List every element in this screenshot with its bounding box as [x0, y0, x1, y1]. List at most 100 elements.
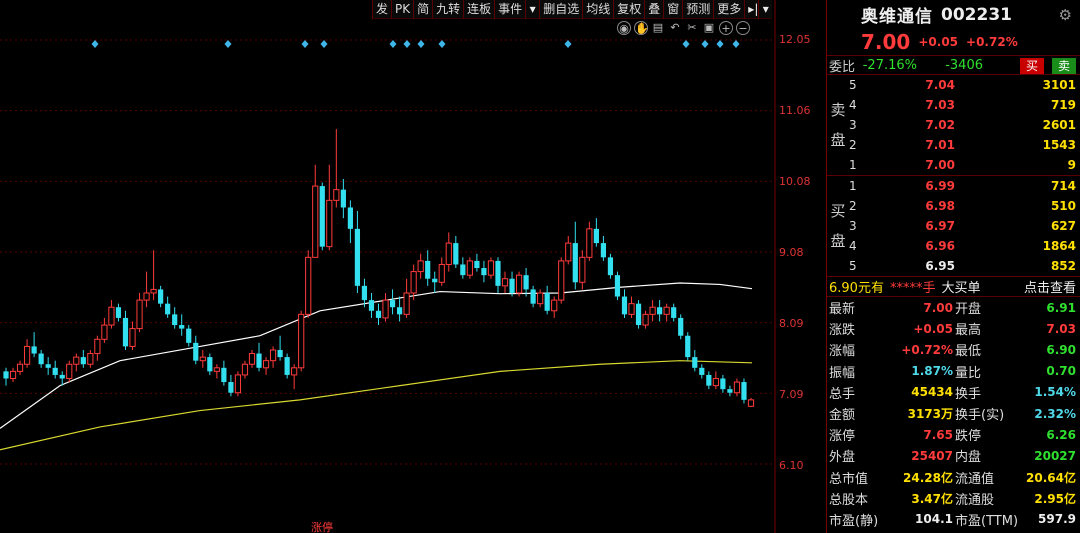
- candle[interactable]: [101, 317, 108, 343]
- candle[interactable]: [551, 296, 558, 318]
- candle[interactable]: [158, 285, 164, 308]
- text-icon[interactable]: ▤: [651, 21, 665, 35]
- candle[interactable]: [481, 260, 487, 283]
- event-marker[interactable]: [682, 40, 690, 48]
- candle[interactable]: [403, 278, 410, 318]
- candle[interactable]: [87, 349, 94, 368]
- toolbar-limit-up-button[interactable]: 连板: [463, 0, 494, 19]
- candle[interactable]: [671, 303, 677, 322]
- candle[interactable]: [453, 235, 459, 269]
- kline-chart-canvas[interactable]: [0, 0, 826, 533]
- candle[interactable]: [530, 285, 536, 308]
- candle[interactable]: [607, 253, 614, 279]
- candle[interactable]: [129, 321, 136, 350]
- candle[interactable]: [501, 271, 509, 293]
- candle[interactable]: [284, 353, 290, 379]
- candle[interactable]: [3, 367, 9, 386]
- candle[interactable]: [495, 257, 501, 293]
- candle[interactable]: [269, 346, 277, 368]
- candle[interactable]: [649, 300, 656, 322]
- event-marker[interactable]: [716, 40, 724, 48]
- event-marker[interactable]: [417, 40, 425, 48]
- candle[interactable]: [460, 257, 466, 279]
- ask-row[interactable]: 2 7.01 1543: [849, 135, 1080, 155]
- undo-icon[interactable]: ↶: [668, 21, 682, 35]
- toolbar-pk-button[interactable]: PK: [391, 0, 413, 19]
- candle[interactable]: [45, 357, 51, 375]
- scissors-icon[interactable]: ✂: [685, 21, 699, 35]
- candle[interactable]: [600, 235, 607, 261]
- candle[interactable]: [692, 349, 698, 372]
- candle[interactable]: [537, 289, 544, 308]
- candle[interactable]: [234, 371, 242, 397]
- toolbar-adjust-button[interactable]: 复权: [613, 0, 644, 19]
- candle[interactable]: [115, 303, 122, 322]
- event-marker[interactable]: [320, 40, 328, 48]
- toolbar-more-button[interactable]: 更多: [713, 0, 744, 19]
- candle[interactable]: [16, 360, 24, 375]
- candle[interactable]: [150, 250, 157, 301]
- candle[interactable]: [466, 257, 473, 279]
- event-markers[interactable]: [91, 40, 740, 48]
- toolbar-skip-end-button[interactable]: ▸|: [744, 0, 758, 19]
- toolbar-window-button[interactable]: 窗: [663, 0, 682, 19]
- candle[interactable]: [621, 289, 628, 318]
- ask-row[interactable]: 3 7.02 2601: [849, 115, 1080, 135]
- event-marker[interactable]: [91, 40, 99, 48]
- candle[interactable]: [635, 300, 642, 329]
- gear-icon[interactable]: ⚙: [1059, 6, 1072, 24]
- ask-row[interactable]: 5 7.04 3101: [849, 75, 1080, 95]
- toolbar-events-dropdown[interactable]: ▾: [525, 0, 539, 19]
- candle[interactable]: [720, 374, 726, 393]
- buy-button[interactable]: 买: [1020, 58, 1044, 74]
- toolbar-forecast-button[interactable]: 预测: [682, 0, 713, 19]
- candle[interactable]: [579, 250, 586, 290]
- candle[interactable]: [368, 292, 375, 318]
- candle[interactable]: [417, 253, 424, 279]
- event-marker[interactable]: [224, 40, 232, 48]
- zoom-in-icon[interactable]: +: [719, 21, 733, 35]
- candle[interactable]: [143, 271, 150, 308]
- event-marker[interactable]: [564, 40, 572, 48]
- big-order-ticker[interactable]: 6.90元有 *****手 大买单 点击查看: [827, 277, 1080, 297]
- candle[interactable]: [558, 257, 565, 304]
- candle[interactable]: [333, 129, 340, 208]
- candle[interactable]: [685, 332, 691, 361]
- candle[interactable]: [207, 353, 213, 375]
- candle[interactable]: [445, 232, 452, 272]
- candle[interactable]: [593, 218, 599, 247]
- candle[interactable]: [108, 300, 115, 329]
- candle[interactable]: [221, 360, 227, 386]
- candle[interactable]: [122, 310, 129, 350]
- bid-row[interactable]: 2 6.98 510: [849, 196, 1080, 216]
- candle[interactable]: [248, 349, 256, 368]
- candle[interactable]: [199, 349, 206, 368]
- candle[interactable]: [727, 385, 733, 397]
- candle[interactable]: [298, 310, 305, 372]
- lock-icon[interactable]: ▣: [702, 21, 716, 35]
- candle[interactable]: [193, 335, 199, 365]
- candle[interactable]: [663, 303, 670, 322]
- bid-row[interactable]: 4 6.96 1864: [849, 236, 1080, 256]
- ticker-view-link[interactable]: 点击查看: [1024, 277, 1080, 296]
- candle[interactable]: [326, 164, 333, 251]
- candle[interactable]: [23, 339, 31, 368]
- candle[interactable]: [712, 371, 719, 390]
- toolbar-menu-dropdown[interactable]: ▾: [758, 0, 772, 19]
- toolbar-simple-button[interactable]: 简: [413, 0, 432, 19]
- candle[interactable]: [515, 271, 523, 297]
- bid-row[interactable]: 3 6.97 627: [849, 216, 1080, 236]
- toolbar-remove-watchlist-button[interactable]: 删自选: [539, 0, 582, 19]
- candle[interactable]: [291, 364, 298, 390]
- sell-button[interactable]: 卖: [1052, 58, 1076, 74]
- candle[interactable]: [523, 268, 529, 297]
- toolbar-ma-button[interactable]: 均线: [582, 0, 613, 19]
- candle[interactable]: [642, 310, 649, 329]
- candle[interactable]: [706, 371, 712, 390]
- bid-row[interactable]: 5 6.95 852: [849, 256, 1080, 276]
- ask-row[interactable]: 4 7.03 719: [849, 95, 1080, 115]
- candle[interactable]: [699, 364, 705, 379]
- event-marker[interactable]: [389, 40, 397, 48]
- hand-icon[interactable]: ✋: [634, 21, 649, 35]
- candle[interactable]: [73, 353, 80, 372]
